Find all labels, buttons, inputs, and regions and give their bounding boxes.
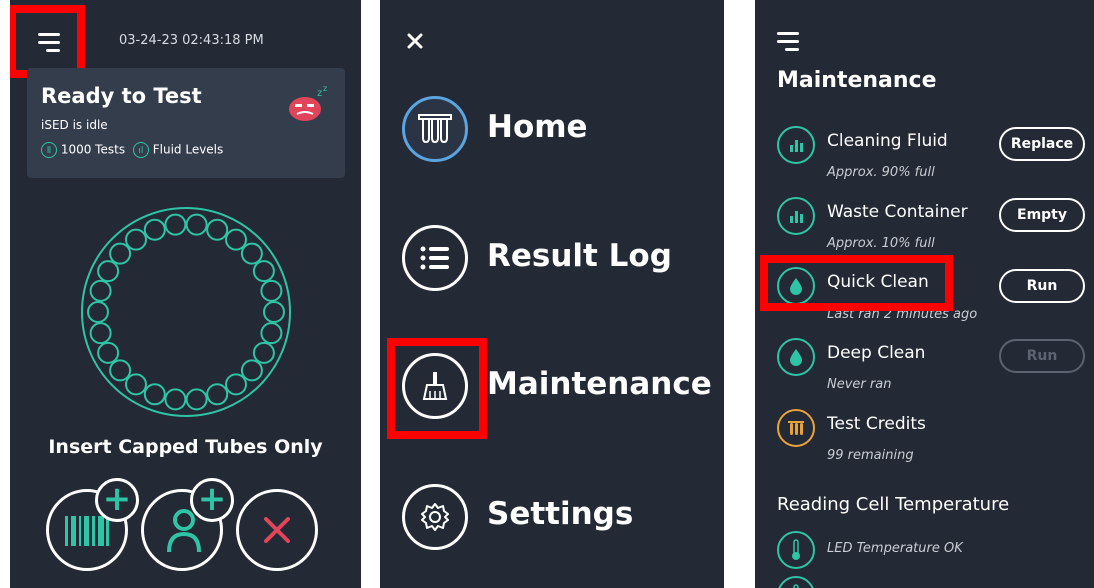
tube-slot xyxy=(206,218,229,241)
tube-slot xyxy=(164,388,187,411)
waste-container-subtitle: Approx. 10% full xyxy=(827,236,935,251)
menu-result-log-icon-circle[interactable] xyxy=(402,225,468,291)
deep-clean-title: Deep Clean xyxy=(827,343,926,363)
thermometer-icon xyxy=(777,576,815,588)
tube-slot xyxy=(240,359,263,382)
gear-icon xyxy=(421,503,449,531)
fluid-level-icon: ıl xyxy=(132,142,149,158)
status-title: Ready to Test xyxy=(41,84,202,108)
status-subtitle: iSED is idle xyxy=(41,118,108,132)
empty-button[interactable]: Empty xyxy=(999,198,1085,232)
highlight-box xyxy=(760,255,953,311)
tube-slot xyxy=(225,228,247,251)
tube-slot xyxy=(125,373,147,396)
list-icon xyxy=(420,246,449,270)
close-icon xyxy=(264,517,290,543)
tube-slot xyxy=(252,260,275,283)
tube-slot xyxy=(97,341,120,364)
status-meta: ⦀ 1000 Tests ıl Fluid Levels xyxy=(41,142,223,158)
maintenance-screen: Maintenance Cleaning Fluid Approx. 90% f… xyxy=(755,0,1094,588)
fluid-levels-link[interactable]: Fluid Levels xyxy=(153,143,224,157)
highlight-box xyxy=(387,338,487,439)
waste-container-title: Waste Container xyxy=(827,202,968,222)
tube-rack-carousel xyxy=(81,207,291,417)
tube-slot xyxy=(206,383,229,406)
page-title: Maintenance xyxy=(777,68,937,93)
tube-slot xyxy=(263,301,285,323)
timestamp: 03-24-23 02:43:18 PM xyxy=(119,33,264,48)
status-card: Ready to Test iSED is idle ⦀ 1000 Tests … xyxy=(27,68,345,178)
close-icon[interactable] xyxy=(407,33,423,49)
menu-result-log[interactable]: Result Log xyxy=(487,238,672,274)
replace-button[interactable]: Replace xyxy=(999,127,1085,161)
drop-icon xyxy=(777,338,815,376)
menu-settings-icon-circle[interactable] xyxy=(402,484,468,550)
instruction-text: Insert Capped Tubes Only xyxy=(48,436,323,458)
home-screen: 03-24-23 02:43:18 PM Ready to Test iSED … xyxy=(10,0,361,588)
cleaning-fluid-subtitle: Approx. 90% full xyxy=(827,165,935,180)
tube-slot xyxy=(89,322,112,345)
tube-slot xyxy=(260,279,283,302)
thermometer-icon xyxy=(777,531,815,569)
cancel-button[interactable] xyxy=(236,489,318,571)
tubes-icon: ⦀ xyxy=(41,142,57,158)
tube-slot xyxy=(109,242,132,265)
tubes-icon xyxy=(418,114,452,144)
tube-slot xyxy=(109,359,132,382)
tube-slot xyxy=(185,388,208,411)
temperature-heading: Reading Cell Temperature xyxy=(777,494,1010,515)
menu-home[interactable]: Home xyxy=(487,109,588,145)
level-icon xyxy=(777,197,815,235)
menu-maintenance[interactable]: Maintenance xyxy=(487,366,712,402)
tube-slot xyxy=(125,228,147,251)
tube-slot xyxy=(240,242,263,265)
tube-slot xyxy=(164,213,187,236)
barcode-icon xyxy=(65,516,109,546)
sleeping-mascot-icon: z z xyxy=(289,84,327,121)
tube-slot xyxy=(260,322,283,345)
add-patient-plus-icon: + xyxy=(190,478,234,522)
level-icon xyxy=(777,126,815,164)
navigation-menu: Home Result Log Maintenance Settings xyxy=(380,0,724,588)
tests-count: 1000 Tests xyxy=(60,142,126,157)
deep-clean-subtitle: Never ran xyxy=(827,377,892,392)
svg-text:z: z xyxy=(323,84,327,93)
temperature-status: LED Temperature OK xyxy=(827,541,963,556)
tube-slot xyxy=(143,218,166,241)
test-credits-subtitle: 99 remaining xyxy=(827,448,914,463)
deep-clean-run-button[interactable]: Run xyxy=(999,339,1085,373)
tube-slot xyxy=(97,260,120,283)
menu-button[interactable] xyxy=(777,32,799,56)
add-barcode-plus-icon: + xyxy=(95,478,139,522)
tube-slot xyxy=(185,213,208,236)
tube-slot xyxy=(225,373,247,396)
cleaning-fluid-title: Cleaning Fluid xyxy=(827,131,948,151)
test-credits-title: Test Credits xyxy=(827,414,926,434)
tube-slot xyxy=(252,341,275,364)
svg-text:z: z xyxy=(317,88,322,99)
menu-home-icon-circle[interactable] xyxy=(402,96,468,162)
tubes-icon xyxy=(777,409,815,447)
menu-settings[interactable]: Settings xyxy=(487,496,633,532)
tube-slot xyxy=(89,279,112,302)
tube-slot xyxy=(143,383,166,406)
tube-slot xyxy=(87,301,109,323)
quick-clean-run-button[interactable]: Run xyxy=(999,269,1085,303)
